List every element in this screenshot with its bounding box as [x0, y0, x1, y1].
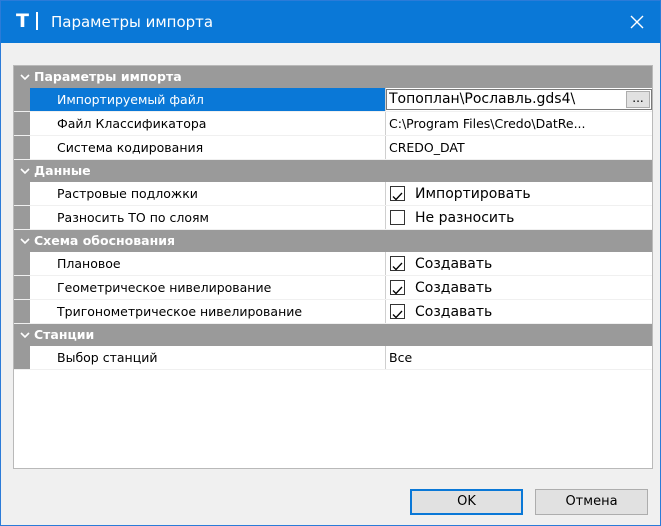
checkbox-label[interactable]: Импортировать — [415, 184, 531, 204]
property-name[interactable]: Импортируемый файл — [30, 88, 385, 111]
checkbox-label[interactable]: Создавать — [415, 254, 492, 274]
chevron-down-icon[interactable] — [19, 329, 31, 341]
row-gutter — [14, 276, 30, 299]
category-label: Данные — [34, 163, 91, 178]
row-gutter — [14, 182, 30, 205]
row-gutter — [14, 300, 30, 323]
create-planar-checkbox[interactable] — [390, 256, 405, 271]
create-trigonometric-checkbox[interactable] — [390, 304, 405, 319]
property-name[interactable]: Разносить ТО по слоям — [30, 206, 385, 229]
property-value[interactable]: Импортировать — [386, 182, 652, 205]
row-gutter — [14, 206, 30, 229]
property-name[interactable]: Система кодирования — [30, 136, 385, 159]
property-value[interactable]: CREDO_DAT — [386, 136, 652, 159]
cancel-button[interactable]: Отмена — [535, 489, 648, 515]
property-grid: Параметры импорта Импортируемый файл \То… — [13, 65, 653, 469]
checkmark-icon — [392, 192, 403, 201]
property-row-classifier-file[interactable]: Файл Классификатора C:\Program Files\Cre… — [14, 112, 652, 136]
file-path-text[interactable]: \Топоплан\Рославль.gds4 — [389, 90, 623, 109]
browse-button[interactable]: ... — [626, 91, 650, 108]
property-row-raster-underlays[interactable]: Растровые подложки Импортировать — [14, 182, 652, 206]
property-row-station-selection[interactable]: Выбор станций Все — [14, 346, 652, 370]
title-bar[interactable]: T Параметры импорта — [1, 1, 660, 43]
checkbox-label[interactable]: Не разносить — [415, 208, 514, 228]
app-logo-letter: T — [16, 10, 29, 32]
row-gutter — [14, 252, 30, 275]
property-row-trigonometric-leveling[interactable]: Тригонометрическое нивелирование Создава… — [14, 300, 652, 324]
app-logo-bar — [36, 12, 38, 30]
row-gutter — [14, 88, 30, 111]
chevron-down-icon[interactable] — [19, 71, 31, 83]
property-row-geometric-leveling[interactable]: Геометрическое нивелирование Создавать — [14, 276, 652, 300]
property-value[interactable]: Создавать — [386, 276, 652, 299]
property-row-planar[interactable]: Плановое Создавать — [14, 252, 652, 276]
import-parameters-dialog: T Параметры импорта Параметры импорта Им… — [0, 0, 661, 526]
ok-button[interactable]: OK — [410, 489, 523, 515]
category-label: Схема обоснования — [34, 233, 176, 248]
window-title: Параметры импорта — [51, 13, 214, 31]
property-value[interactable]: Создавать — [386, 252, 652, 275]
split-checkbox[interactable] — [390, 210, 405, 225]
property-name[interactable]: Растровые подложки — [30, 182, 385, 205]
create-geometric-checkbox[interactable] — [390, 280, 405, 295]
property-value[interactable]: Не разносить — [386, 206, 652, 229]
row-gutter — [14, 346, 30, 369]
row-gutter — [14, 112, 30, 135]
checkbox-label[interactable]: Создавать — [415, 278, 492, 298]
property-value[interactable]: C:\Program Files\Credo\DatRe... — [386, 112, 652, 135]
file-path-input[interactable]: \Топоплан\Рославль.gds4 ... — [386, 89, 652, 110]
close-button[interactable] — [614, 1, 660, 43]
category-label: Станции — [34, 327, 95, 342]
property-name[interactable]: Тригонометрическое нивелирование — [30, 300, 385, 323]
category-justification-scheme[interactable]: Схема обоснования — [14, 230, 652, 252]
close-icon — [630, 15, 644, 29]
app-logo-icon: T — [16, 9, 38, 33]
property-name[interactable]: Геометрическое нивелирование — [30, 276, 385, 299]
category-label: Параметры импорта — [34, 69, 182, 84]
property-row-imported-file[interactable]: Импортируемый файл \Топоплан\Рославль.gd… — [14, 88, 652, 112]
property-name[interactable]: Файл Классификатора — [30, 112, 385, 135]
category-import-parameters[interactable]: Параметры импорта — [14, 66, 652, 88]
property-row-encoding-system[interactable]: Система кодирования CREDO_DAT — [14, 136, 652, 160]
checkbox-label[interactable]: Создавать — [415, 302, 492, 322]
category-data[interactable]: Данные — [14, 160, 652, 182]
checkmark-icon — [392, 286, 403, 295]
row-gutter — [14, 136, 30, 159]
property-name[interactable]: Выбор станций — [30, 346, 385, 369]
category-stations[interactable]: Станции — [14, 324, 652, 346]
chevron-down-icon[interactable] — [19, 235, 31, 247]
property-name[interactable]: Плановое — [30, 252, 385, 275]
checkmark-icon — [392, 262, 403, 271]
import-checkbox[interactable] — [390, 186, 405, 201]
checkmark-icon — [392, 310, 403, 319]
property-value[interactable]: Все — [386, 346, 652, 369]
property-row-split-by-layers[interactable]: Разносить ТО по слоям Не разносить — [14, 206, 652, 230]
property-value[interactable]: \Топоплан\Рославль.gds4 ... — [386, 88, 652, 111]
chevron-down-icon[interactable] — [19, 165, 31, 177]
property-value[interactable]: Создавать — [386, 300, 652, 323]
